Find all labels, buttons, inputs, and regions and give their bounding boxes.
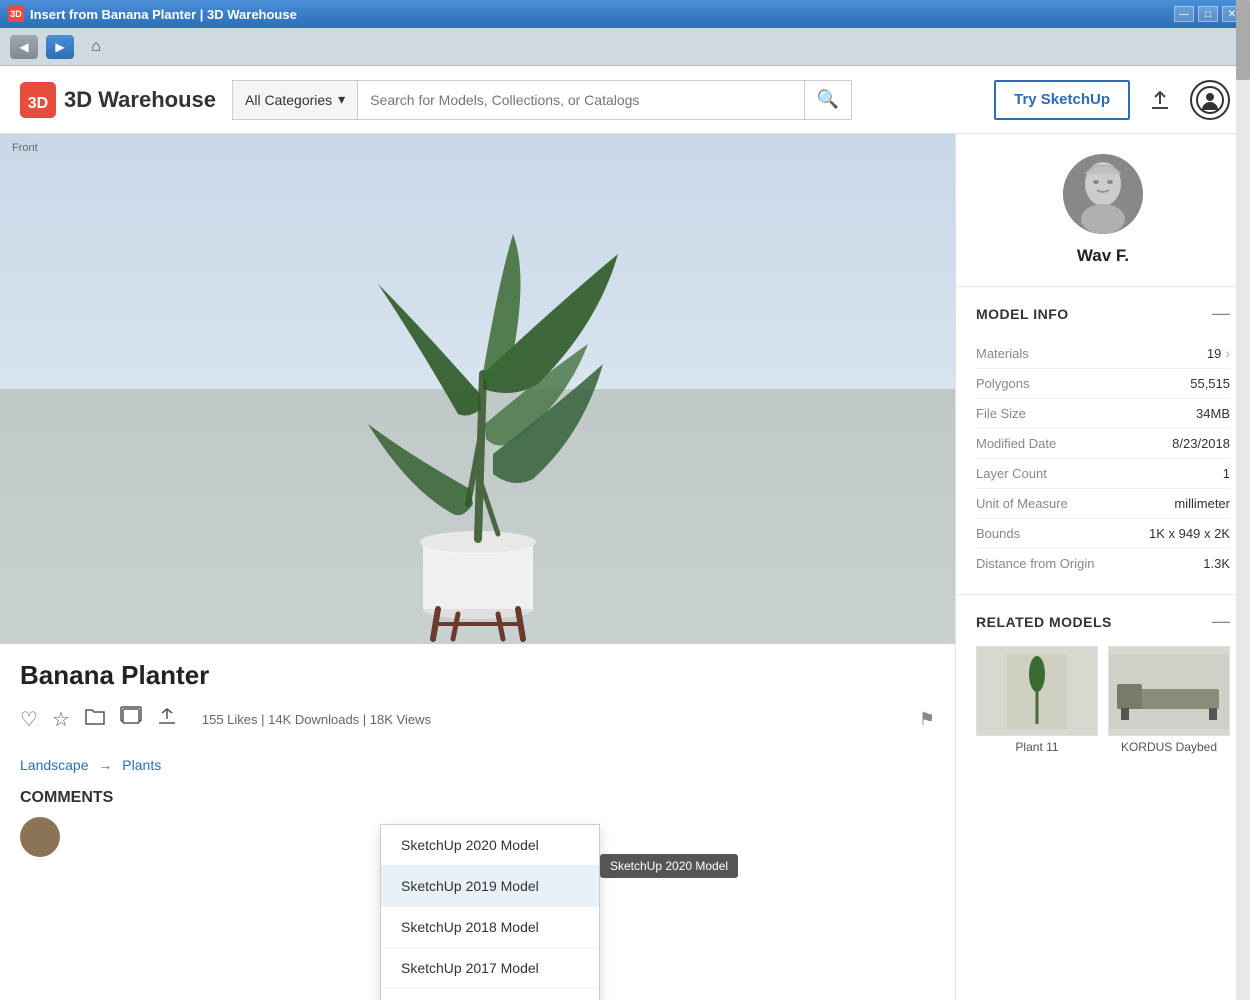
- app-icon: 3D: [8, 6, 24, 22]
- title-bar-left: 3D Insert from Banana Planter | 3D Wareh…: [8, 6, 297, 22]
- breadcrumb: Landscape → Plants: [0, 749, 955, 781]
- layercount-label: Layer Count: [976, 466, 1047, 481]
- related-models-title: RELATED MODELS: [976, 614, 1112, 630]
- scrollbar[interactable]: [1236, 134, 1250, 1000]
- model-title: Banana Planter: [20, 660, 935, 691]
- unit-label: Unit of Measure: [976, 496, 1068, 511]
- materials-label: Materials: [976, 346, 1029, 361]
- header: 3D 3D Warehouse All Categories ▾ 🔍 Try S…: [0, 66, 1250, 134]
- related-item-plant11[interactable]: Plant 11: [976, 646, 1098, 754]
- distance-label: Distance from Origin: [976, 556, 1094, 571]
- related-models-header: RELATED MODELS —: [976, 611, 1230, 632]
- materials-value[interactable]: 19 ›: [1207, 345, 1230, 361]
- dropdown-item-sketchup2017[interactable]: SketchUp 2017 Model: [381, 948, 599, 989]
- related-models-section: RELATED MODELS — Plant 11: [956, 595, 1250, 770]
- stack-icon[interactable]: [120, 706, 142, 732]
- title-bar-controls[interactable]: — □ ✕: [1174, 6, 1242, 22]
- bounds-label: Bounds: [976, 526, 1020, 541]
- bounds-value: 1K x 949 x 2K: [1149, 526, 1230, 541]
- download-dropdown: SketchUp 2020 Model SketchUp 2019 Model …: [380, 824, 600, 1000]
- model-info-bar: Banana Planter ♡ ☆: [0, 644, 955, 749]
- model-info-collapse-btn[interactable]: —: [1212, 303, 1230, 324]
- dropdown-item-sketchup2018[interactable]: SketchUp 2018 Model: [381, 907, 599, 948]
- materials-arrow: ›: [1225, 345, 1230, 361]
- info-row-materials: Materials 19 ›: [976, 338, 1230, 369]
- content-area: Front: [0, 134, 1250, 1000]
- dropdown-item-sketchup2019[interactable]: SketchUp 2019 Model: [381, 866, 599, 907]
- polygons-value: 55,515: [1190, 376, 1230, 391]
- logo-text: 3D Warehouse: [64, 87, 216, 113]
- model-info-header: MODEL INFO —: [976, 303, 1230, 324]
- right-panel: Wav F. MODEL INFO — Materials 19 › Polyg…: [955, 134, 1250, 1000]
- related-thumbs: Plant 11 KORDUS Daybed: [976, 646, 1230, 754]
- dropdown-item-sketchup2020[interactable]: SketchUp 2020 Model: [381, 825, 599, 866]
- try-sketchup-button[interactable]: Try SketchUp: [994, 80, 1130, 120]
- like-icon[interactable]: ♡: [20, 707, 38, 732]
- share-icon[interactable]: [156, 705, 178, 733]
- tooltip-sketchup2020: SketchUp 2020 Model: [600, 854, 738, 878]
- filesize-value: 34MB: [1196, 406, 1230, 421]
- comments-title: COMMENTS: [20, 789, 935, 807]
- author-name[interactable]: Wav F.: [976, 246, 1230, 266]
- title-bar: 3D Insert from Banana Planter | 3D Wareh…: [0, 0, 1250, 28]
- info-row-bounds: Bounds 1K x 949 x 2K: [976, 519, 1230, 549]
- back-btn[interactable]: ◀: [10, 35, 38, 59]
- model-stats: 155 Likes | 14K Downloads | 18K Views: [202, 712, 431, 727]
- plant-preview: [338, 224, 618, 644]
- category-dropdown[interactable]: All Categories ▾: [232, 80, 357, 120]
- breadcrumb-arrow: →: [98, 757, 112, 773]
- kordus-thumbnail[interactable]: [1108, 646, 1230, 736]
- upload-button[interactable]: [1140, 80, 1180, 120]
- chevron-down-icon: ▾: [338, 91, 345, 108]
- logo-icon: 3D: [20, 82, 56, 118]
- filesize-label: File Size: [976, 406, 1026, 421]
- maximize-btn[interactable]: □: [1198, 6, 1218, 22]
- bookmark-icon[interactable]: ☆: [52, 707, 70, 732]
- folder-icon[interactable]: [84, 706, 106, 732]
- minimize-btn[interactable]: —: [1174, 6, 1194, 22]
- search-area: All Categories ▾ 🔍: [232, 80, 852, 120]
- model-info-title: MODEL INFO: [976, 306, 1069, 322]
- home-btn[interactable]: ⌂: [82, 35, 110, 59]
- search-button[interactable]: 🔍: [805, 80, 852, 120]
- view-label: Front: [12, 142, 38, 154]
- author-avatar[interactable]: [1063, 154, 1143, 234]
- info-row-filesize: File Size 34MB: [976, 399, 1230, 429]
- related-models-collapse-btn[interactable]: —: [1212, 611, 1230, 632]
- profile-button[interactable]: [1190, 80, 1230, 120]
- info-row-polygons: Polygons 55,515: [976, 369, 1230, 399]
- info-row-distance: Distance from Origin 1.3K: [976, 549, 1230, 578]
- polygons-label: Polygons: [976, 376, 1029, 391]
- distance-value: 1.3K: [1203, 556, 1230, 571]
- header-actions: Try SketchUp: [994, 80, 1230, 120]
- plant11-thumbnail[interactable]: [976, 646, 1098, 736]
- breadcrumb-landscape[interactable]: Landscape: [20, 757, 89, 773]
- commenter-avatar: [20, 817, 60, 857]
- 3d-viewer[interactable]: Front: [0, 134, 955, 644]
- info-row-layercount: Layer Count 1: [976, 459, 1230, 489]
- author-section: Wav F.: [956, 134, 1250, 287]
- related-item-kordus[interactable]: KORDUS Daybed: [1108, 646, 1230, 754]
- breadcrumb-plants[interactable]: Plants: [122, 757, 161, 773]
- title-bar-text: Insert from Banana Planter | 3D Warehous…: [30, 7, 297, 22]
- logo-area[interactable]: 3D 3D Warehouse: [20, 82, 216, 118]
- dropdown-item-collada[interactable]: Collada File: [381, 989, 599, 1000]
- viewer-panel: Front: [0, 134, 955, 1000]
- search-input[interactable]: [357, 80, 804, 120]
- modified-label: Modified Date: [976, 436, 1056, 451]
- nav-bar: ◀ ▶ ⌂: [0, 28, 1250, 66]
- unit-value: millimeter: [1174, 496, 1230, 511]
- model-actions: ♡ ☆ 155 Like: [20, 705, 935, 733]
- modified-value: 8/23/2018: [1172, 436, 1230, 451]
- info-row-modified: Modified Date 8/23/2018: [976, 429, 1230, 459]
- layercount-value: 1: [1223, 466, 1230, 481]
- search-icon: 🔍: [817, 89, 839, 110]
- model-info-section: MODEL INFO — Materials 19 › Polygons 55,…: [956, 287, 1250, 595]
- plant11-label: Plant 11: [976, 740, 1098, 754]
- info-row-unit: Unit of Measure millimeter: [976, 489, 1230, 519]
- flag-icon[interactable]: ⚑: [919, 709, 935, 730]
- kordus-label: KORDUS Daybed: [1108, 740, 1230, 754]
- forward-btn[interactable]: ▶: [46, 35, 74, 59]
- svg-text:3D: 3D: [28, 95, 48, 112]
